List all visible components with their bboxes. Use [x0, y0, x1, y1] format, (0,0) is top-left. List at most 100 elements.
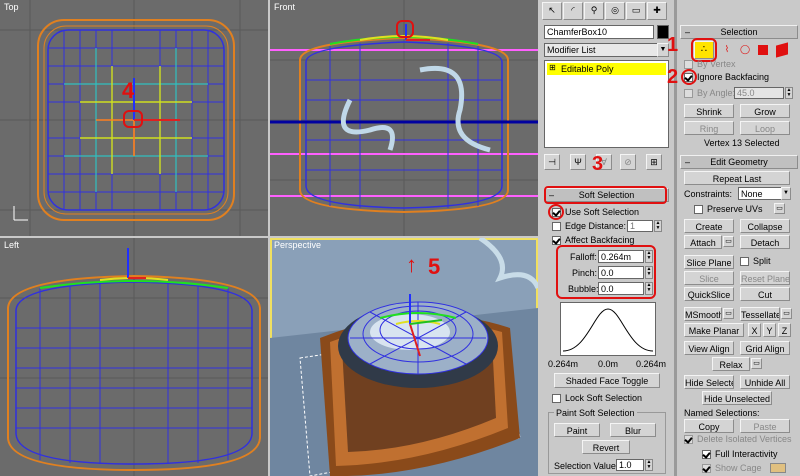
hide-selected-button[interactable]: Hide Selected: [684, 375, 734, 389]
full-interactivity-checkbox[interactable]: [702, 450, 711, 459]
affect-backfacing-label: Affect Backfacing: [565, 235, 635, 245]
delete-isolated-checkbox[interactable]: [684, 435, 693, 444]
modify-tab-icon[interactable]: ◜: [563, 2, 583, 20]
grow-button[interactable]: Grow: [740, 104, 790, 118]
show-cage-color-swatch[interactable]: [770, 463, 786, 473]
slice-plane-button[interactable]: Slice Plane: [684, 255, 734, 269]
by-vertex-checkbox[interactable]: [684, 60, 693, 69]
object-name-field[interactable]: ChamferBox10: [544, 25, 654, 39]
constraints-chevron-down-icon[interactable]: ▼: [781, 187, 791, 200]
cut-button[interactable]: Cut: [740, 287, 790, 301]
polygon-mode-icon[interactable]: [758, 45, 768, 55]
edge-distance-field[interactable]: 1: [627, 220, 653, 232]
loop-button[interactable]: Loop: [740, 121, 790, 135]
by-vertex-label: By Vertex: [697, 59, 736, 69]
msmooth-settings-icon[interactable]: ▭: [723, 308, 734, 319]
display-tab-icon[interactable]: ▭: [626, 2, 646, 20]
configure-modifier-sets-icon[interactable]: ⊞: [646, 154, 662, 170]
split-label: Split: [753, 256, 771, 266]
constraints-dropdown[interactable]: None: [738, 187, 782, 200]
viewport-top-label[interactable]: Top: [4, 2, 19, 12]
modifier-stack-item[interactable]: ⊞ Editable Poly: [547, 63, 666, 75]
element-mode-icon[interactable]: [776, 42, 788, 58]
edge-mode-icon[interactable]: ⌇: [718, 41, 736, 59]
viewport-top[interactable]: Top 4: [0, 0, 268, 236]
modifier-stack[interactable]: ⊞ Editable Poly: [544, 60, 669, 148]
named-selections-label: Named Selections:: [684, 408, 760, 418]
tessellate-settings-icon[interactable]: ▭: [781, 308, 792, 319]
paint-button[interactable]: Paint: [554, 423, 600, 437]
grid-align-button[interactable]: Grid Align: [740, 341, 790, 355]
use-soft-selection-label: Use Soft Selection: [565, 207, 640, 217]
modifier-list-dropdown[interactable]: Modifier List: [544, 43, 658, 57]
paste-button[interactable]: Paste: [740, 419, 790, 433]
hide-unselected-button[interactable]: Hide Unselected: [702, 391, 772, 405]
unhide-all-button[interactable]: Unhide All: [740, 375, 790, 389]
viewport-left-label[interactable]: Left: [4, 240, 19, 250]
affect-backfacing-checkbox[interactable]: [552, 236, 561, 245]
edge-distance-spinner[interactable]: ▲ ▼: [654, 220, 662, 232]
show-cage-checkbox[interactable]: [702, 464, 711, 473]
show-end-result-icon[interactable]: Ψ: [570, 154, 586, 170]
pin-stack-icon[interactable]: ⊣: [544, 154, 560, 170]
tessellate-button[interactable]: Tessellate: [740, 307, 780, 321]
edge-distance-label: Edge Distance:: [565, 221, 627, 231]
hierarchy-tab-icon[interactable]: ⚲: [584, 2, 604, 20]
quickslice-button[interactable]: QuickSlice: [684, 287, 734, 301]
ignore-backfacing-label: Ignore Backfacing: [697, 72, 770, 82]
viewport-left[interactable]: Left: [0, 238, 268, 476]
viewport-front-label[interactable]: Front: [274, 2, 295, 12]
selection-rollout-header[interactable]: – Selection: [680, 25, 798, 39]
falloff-curve-graph: [560, 302, 656, 356]
copy-button[interactable]: Copy: [684, 419, 734, 433]
attach-button[interactable]: Attach: [684, 235, 722, 249]
motion-tab-icon[interactable]: ◎: [605, 2, 625, 20]
paint-soft-selection-title: Paint Soft Selection: [554, 408, 637, 418]
ring-button[interactable]: Ring: [684, 121, 734, 135]
shrink-button[interactable]: Shrink: [684, 104, 734, 118]
by-angle-checkbox[interactable]: [684, 89, 693, 98]
blur-button[interactable]: Blur: [610, 423, 656, 437]
constraints-label: Constraints:: [684, 189, 733, 199]
annotation-box-falloff-params: [556, 245, 656, 299]
preserve-uvs-settings-icon[interactable]: ▭: [774, 203, 785, 214]
view-align-button[interactable]: View Align: [684, 341, 734, 355]
revert-button[interactable]: Revert: [582, 440, 630, 454]
angle-field[interactable]: 45.0: [734, 87, 784, 99]
viewport-perspective[interactable]: Perspective 5 ↑: [270, 238, 538, 476]
detach-button[interactable]: Detach: [740, 235, 790, 249]
relax-settings-icon[interactable]: ▭: [751, 358, 762, 369]
stack-expand-icon[interactable]: ⊞: [549, 63, 556, 72]
command-panel-right: – Selection ∴ 1 ⌇ ◯ By Vertex Ignore Bac…: [667, 0, 800, 476]
viewport-perspective-label[interactable]: Perspective: [274, 240, 321, 250]
create-button[interactable]: Create: [684, 219, 734, 233]
angle-spinner[interactable]: ▲ ▼: [785, 87, 793, 99]
planar-x-button[interactable]: X: [748, 323, 761, 337]
create-tab-icon[interactable]: ↖: [542, 2, 562, 20]
selection-value-field[interactable]: 1.0: [616, 459, 644, 471]
utilities-tab-icon[interactable]: ✚: [647, 2, 667, 20]
edit-geometry-rollout-header[interactable]: – Edit Geometry: [680, 155, 798, 169]
remove-modifier-icon[interactable]: ⊘: [620, 154, 636, 170]
shaded-face-toggle-button[interactable]: Shaded Face Toggle: [554, 373, 660, 388]
lock-soft-selection-checkbox[interactable]: [552, 394, 561, 403]
planar-z-button[interactable]: Z: [778, 323, 791, 337]
viewport-front[interactable]: Front: [270, 0, 538, 236]
preserve-uvs-checkbox[interactable]: [694, 205, 703, 214]
slice-button[interactable]: Slice: [684, 271, 734, 285]
attach-settings-icon[interactable]: ▭: [723, 236, 734, 247]
full-interactivity-label: Full Interactivity: [715, 449, 778, 459]
msmooth-button[interactable]: MSmooth: [684, 307, 722, 321]
border-mode-icon[interactable]: ◯: [736, 41, 754, 59]
planar-y-button[interactable]: Y: [763, 323, 776, 337]
make-planar-button[interactable]: Make Planar: [684, 323, 744, 337]
annotation-box-4: [123, 110, 143, 128]
edge-distance-checkbox[interactable]: [552, 222, 561, 231]
collapse-button[interactable]: Collapse: [740, 219, 790, 233]
selection-value-spinner[interactable]: ▲ ▼: [645, 459, 653, 471]
split-checkbox[interactable]: [740, 257, 749, 266]
reset-plane-button[interactable]: Reset Plane: [740, 271, 790, 285]
relax-button[interactable]: Relax: [712, 357, 750, 371]
repeat-last-button[interactable]: Repeat Last: [684, 171, 790, 185]
annotation-box-use-soft: [548, 204, 564, 220]
